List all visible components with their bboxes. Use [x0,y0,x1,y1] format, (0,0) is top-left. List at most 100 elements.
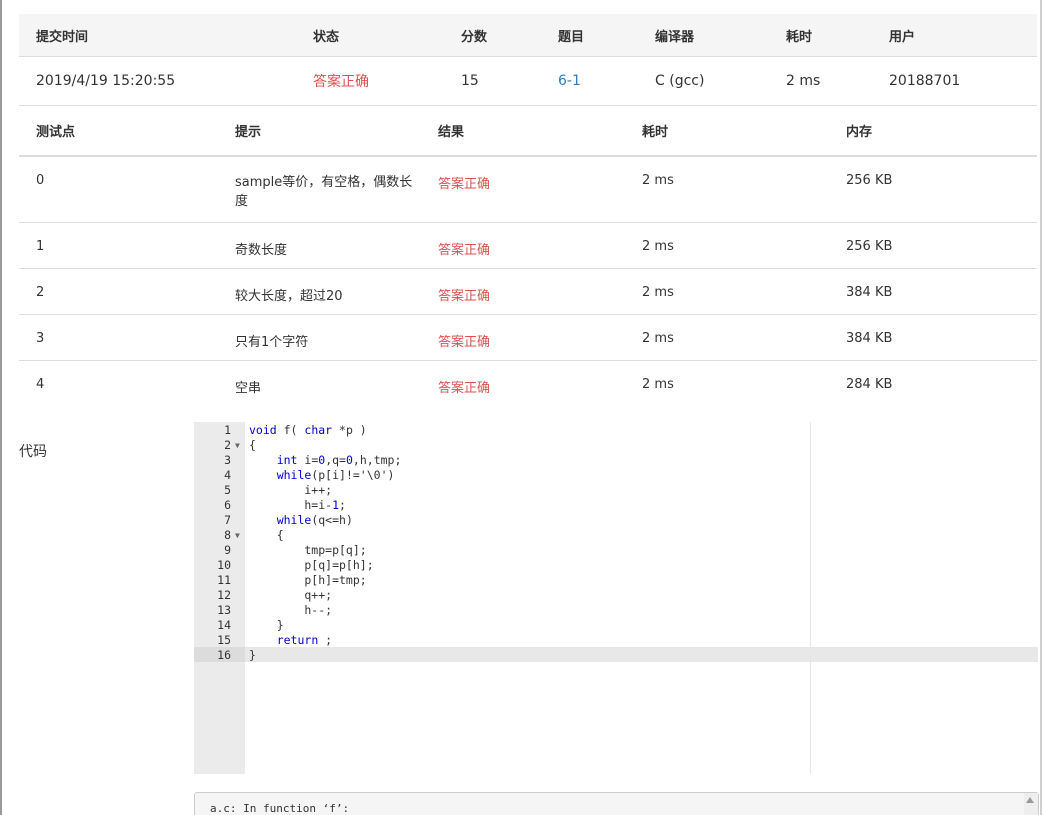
header-status: 状态 [313,29,340,45]
code-text: h=i-1; [249,498,346,512]
code-line: 10 p[q]=p[h]; [194,558,1038,573]
table-row: 4 空串 答案正确 2 ms 284 KB [19,361,1037,406]
test-point-id: 0 [36,173,45,188]
problem-link[interactable]: 6-1 [558,57,581,105]
window-left-edge [0,0,2,815]
scroll-up-arrow-icon[interactable] [1026,797,1034,803]
fold-arrow-icon[interactable]: ▼ [235,528,240,543]
line-number: 16 [217,648,231,662]
code-editor[interactable]: 1 void f( char *p ) 2 ▼ { 3 int i=0,q=0,h,t… [194,422,1038,774]
line-number: 15 [217,633,231,647]
test-point-hint: 奇数长度 [235,243,288,258]
code-line: 11 p[h]=tmp; [194,573,1038,588]
code-label: 代码 [19,444,47,460]
test-point-id: 3 [36,331,45,346]
test-point-elapsed: 2 ms [642,331,674,346]
line-number: 8 [224,528,231,542]
test-case-table: 测试点 提示 结果 耗时 内存 0 sample等价，有空格，偶数长度 答案正确… [19,105,1037,406]
test-point-hint: sample等价，有空格，偶数长度 [235,175,413,209]
test-point-memory: 384 KB [846,285,893,300]
code-line: 8 ▼ { [194,528,1038,543]
compiler-output-scrollbar[interactable] [1024,793,1038,815]
line-number: 7 [224,513,231,527]
test-point-id: 4 [36,377,45,392]
test-point-elapsed: 2 ms [642,377,674,392]
test-point-hint: 只有1个字符 [235,335,309,350]
test-point-result: 答案正确 [438,381,491,396]
code-text: p[q]=p[h]; [249,558,374,572]
test-point-hint: 空串 [235,381,262,396]
code-text: h--; [249,603,333,617]
table-row: 0 sample等价，有空格，偶数长度 答案正确 2 ms 256 KB [19,157,1037,223]
code-line: 16} [194,648,1038,663]
header-memory: 内存 [846,124,873,140]
line-number: 10 [217,558,231,572]
test-point-id: 2 [36,285,45,300]
code-text: while(p[i]!='\0') [276,468,395,482]
code-text: void f( char *p ) [249,423,367,437]
code-line: 12 q++; [194,588,1038,603]
code-line: 13 h--; [194,603,1038,618]
code-text: i++; [249,483,333,497]
line-number: 2 [224,438,231,452]
test-case-table-header: 测试点 提示 结果 耗时 内存 [19,105,1037,157]
line-number: 13 [217,603,231,617]
code-line: 15 return ; [194,633,1038,648]
test-point-elapsed: 2 ms [642,239,674,254]
header-submit-time: 提交时间 [36,29,89,45]
header-result: 结果 [438,124,465,140]
test-point-elapsed: 2 ms [642,173,674,188]
user-value: 20188701 [889,73,961,89]
compiler-output-box[interactable]: a.c: In function ‘f’: [194,792,1039,815]
line-number: 12 [217,588,231,602]
test-point-memory: 256 KB [846,173,893,188]
line-number: 3 [224,453,231,467]
header-score: 分数 [461,29,488,45]
code-text: { [249,528,284,542]
test-point-memory: 284 KB [846,377,893,392]
fold-arrow-icon[interactable]: ▼ [235,438,240,453]
header-elapsed: 耗时 [786,29,813,45]
test-point-id: 1 [36,239,45,254]
line-number: 4 [224,468,231,482]
elapsed-value: 2 ms [786,73,821,89]
code-lines: 1 void f( char *p ) 2 ▼ { 3 int i=0,q=0,h,t… [194,423,1038,663]
code-text: while(q<=h) [276,513,353,527]
header-compiler: 编译器 [655,29,695,45]
test-point-result: 答案正确 [438,335,491,350]
test-point-memory: 256 KB [846,239,893,254]
header-user: 用户 [889,29,916,45]
line-number: 6 [224,498,231,512]
test-point-memory: 384 KB [846,331,893,346]
code-text: } [249,618,284,632]
compiler-value: C (gcc) [655,73,705,89]
table-row: 2 较大长度，超过20 答案正确 2 ms 384 KB [19,269,1037,315]
code-text: } [249,648,256,662]
code-line: 1 void f( char *p ) [194,423,1038,438]
header-problem: 题目 [558,29,585,45]
test-point-elapsed: 2 ms [642,285,674,300]
code-line: 2 ▼ { [194,438,1038,453]
table-row: 1 奇数长度 答案正确 2 ms 256 KB [19,223,1037,269]
code-line: 4 while(p[i]!='\0') [194,468,1038,483]
compiler-output-text: a.c: In function ‘f’: [210,802,350,815]
table-row: 3 只有1个字符 答案正确 2 ms 384 KB [19,315,1037,361]
status-badge: 答案正确 [313,74,369,90]
submission-table: 提交时间 状态 分数 题目 编译器 耗时 用户 2019/4/19 15:20:… [19,14,1037,106]
submission-table-header: 提交时间 状态 分数 题目 编译器 耗时 用户 [19,14,1037,57]
code-text: { [249,438,256,452]
code-line: 3 int i=0,q=0,h,tmp; [194,453,1038,468]
code-line: 6 h=i-1; [194,498,1038,513]
submission-detail-page: 提交时间 状态 分数 题目 编译器 耗时 用户 2019/4/19 15:20:… [0,0,1042,815]
line-number: 14 [217,618,231,632]
code-line: 5 i++; [194,483,1038,498]
test-point-result: 答案正确 [438,243,491,258]
test-point-hint: 较大长度，超过20 [235,289,343,304]
code-text: tmp=p[q]; [249,543,367,557]
submission-row: 2019/4/19 15:20:55 答案正确 15 6-1 C (gcc) 2… [19,57,1037,106]
header-test-point: 测试点 [36,124,76,140]
code-text: int i=0,q=0,h,tmp; [276,453,402,467]
score-value: 15 [461,73,479,89]
code-text: p[h]=tmp; [249,573,367,587]
test-point-result: 答案正确 [438,289,491,304]
